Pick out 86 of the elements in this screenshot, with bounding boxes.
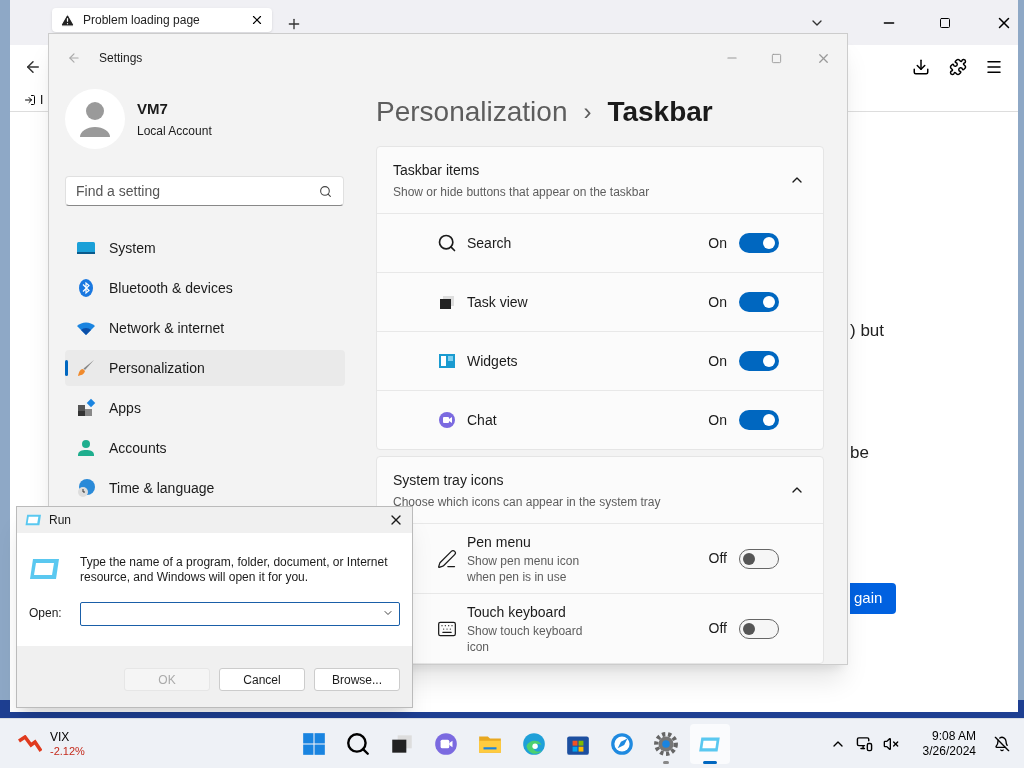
- compass-icon: [609, 730, 635, 757]
- nav-item[interactable]: Personalization: [65, 350, 345, 386]
- ticker-name: VIX: [50, 729, 71, 744]
- page-title: Taskbar: [607, 95, 713, 129]
- user-name: VM7: [137, 98, 169, 119]
- toggle-state-label: On: [708, 410, 727, 430]
- toggle-switch[interactable]: [739, 618, 779, 639]
- page-text: be: [850, 441, 869, 464]
- run-icon: [25, 514, 41, 526]
- maximize-icon[interactable]: [939, 17, 951, 29]
- chat-icon: [433, 730, 459, 757]
- section-title: Taskbar items: [393, 160, 481, 180]
- setting-label: Touch keyboard: [467, 603, 567, 622]
- browser-tab[interactable]: Problem loading page: [52, 8, 272, 32]
- nav-item[interactable]: Accounts: [65, 430, 345, 466]
- toggle-state-label: Off: [708, 549, 727, 568]
- toggle-switch[interactable]: [739, 410, 779, 430]
- dialog-message: Type the name of a program, folder, document, or Internet resource, and Windows will open it for you.: [80, 555, 389, 585]
- nav-item[interactable]: Bluetooth & devices: [65, 270, 345, 306]
- toggle-switch[interactable]: [739, 351, 779, 371]
- tab-title: Problem loading page: [83, 12, 201, 29]
- globe-clock-icon: [76, 478, 96, 498]
- setting-description: Show pen menu icon when pen is in use: [467, 553, 581, 585]
- toggle-switch[interactable]: [739, 548, 779, 569]
- pen-icon: [437, 548, 457, 569]
- command-combobox[interactable]: [80, 602, 400, 626]
- nav-item[interactable]: Network & internet: [65, 310, 345, 346]
- nav-item[interactable]: Apps: [65, 390, 345, 426]
- warning-icon: [60, 12, 75, 28]
- avatar-icon: [65, 89, 125, 149]
- stock-widget[interactable]: VIX -2.12%: [18, 729, 85, 758]
- section-subtitle: Choose which icons can appear in the system tray: [393, 493, 662, 511]
- search-icon: [319, 185, 332, 198]
- toggle-switch[interactable]: [739, 292, 779, 312]
- sign-in-icon: [24, 93, 36, 106]
- clock-date: 3/26/2024: [922, 743, 976, 759]
- gear-icon: [653, 730, 679, 757]
- nav-item[interactable]: System: [65, 230, 345, 266]
- setting-description: Show touch keyboard icon: [467, 623, 584, 655]
- toggle-switch[interactable]: [739, 233, 779, 253]
- section-title: System tray icons: [393, 470, 505, 490]
- download-icon[interactable]: [912, 57, 930, 76]
- nav-item[interactable]: Time & language: [65, 470, 345, 506]
- bookmark-label: I: [40, 91, 44, 109]
- toggle-state-label: On: [708, 292, 727, 312]
- paintbrush-icon: [76, 358, 96, 378]
- setting-label: Search: [467, 233, 513, 253]
- dialog-title: Run: [49, 512, 71, 529]
- chart-down-icon: [18, 734, 42, 753]
- breadcrumb-separator: ›: [583, 97, 592, 127]
- search-field[interactable]: Find a setting: [65, 176, 344, 206]
- person-icon: [76, 438, 96, 458]
- close-icon[interactable]: [250, 13, 264, 27]
- account-type: Local Account: [137, 123, 212, 141]
- dialog-button[interactable]: Cancel: [219, 668, 305, 691]
- run-icon: [29, 558, 59, 580]
- volume-muted-icon[interactable]: [882, 735, 899, 752]
- try-again-button[interactable]: gain: [850, 583, 896, 614]
- setting-label: Task view: [467, 292, 529, 312]
- bookmark-item[interactable]: I: [24, 90, 44, 109]
- setting-label: Widgets: [467, 351, 519, 371]
- setting-label: Pen menu: [467, 533, 532, 552]
- window-title: Settings: [99, 50, 143, 67]
- network-icon[interactable]: [855, 735, 873, 752]
- toggle-state-label: On: [708, 233, 727, 253]
- setting-label: Chat: [467, 410, 498, 430]
- new-tab-icon[interactable]: [286, 16, 302, 32]
- breadcrumb-link[interactable]: Personalization: [376, 91, 568, 133]
- widgets-icon: [437, 351, 457, 371]
- bluetooth-icon: [76, 278, 96, 298]
- extensions-icon[interactable]: [949, 57, 967, 76]
- start-icon: [301, 730, 327, 757]
- notifications-icon[interactable]: [994, 735, 1010, 752]
- apps-icon: [76, 398, 96, 418]
- search-icon: [345, 730, 371, 757]
- browser-icon: [521, 730, 547, 757]
- page-text: ) but: [850, 320, 885, 342]
- dialog-button[interactable]: Browse...: [314, 668, 400, 691]
- ticker-change: -2.12%: [50, 743, 85, 758]
- section-subtitle: Show or hide buttons that appear on the taskbar: [393, 183, 651, 201]
- toggle-state-label: Off: [708, 619, 727, 638]
- chat-icon: [437, 410, 457, 430]
- search-icon: [437, 233, 457, 253]
- clock-time: 9:08 AM: [931, 728, 976, 744]
- field-label: Open:: [29, 605, 63, 622]
- toggle-state-label: On: [708, 351, 727, 371]
